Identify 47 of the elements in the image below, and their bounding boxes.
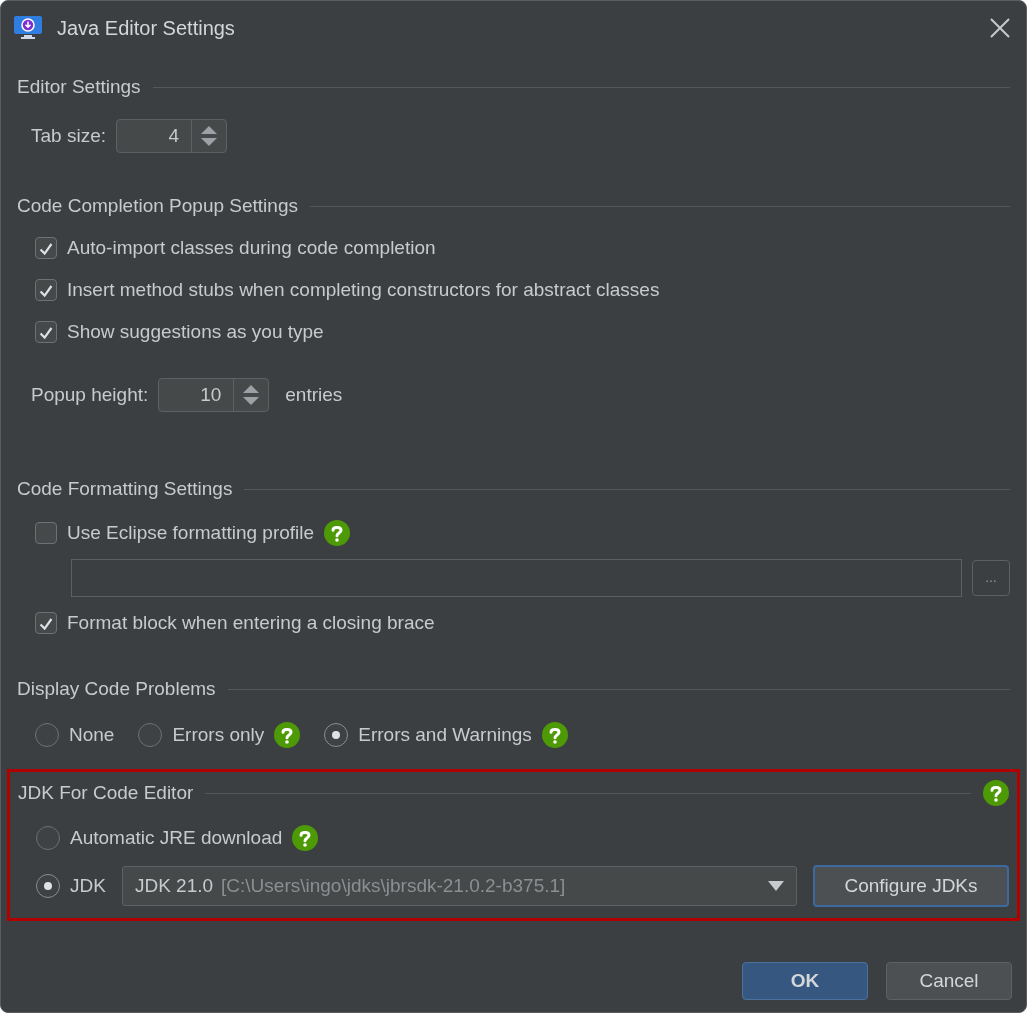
cancel-button[interactable]: Cancel [886,962,1012,1000]
section-heading: Code Formatting Settings [17,478,233,500]
radio-button[interactable] [138,723,163,747]
jdk-dropdown[interactable]: JDK 21.0 [C:\Users\ingo\jdks\jbrsdk-21.0.2-b375.1] [121,866,797,906]
checkbox[interactable] [35,279,57,301]
caret-icon [768,881,784,891]
radio-button[interactable] [324,723,349,747]
radio-label: Automatic JRE download [70,827,283,849]
radio-button[interactable] [35,723,59,747]
radio-button[interactable] [36,826,60,850]
field-label: Popup height: [31,384,149,406]
browse-button[interactable]: … [972,560,1010,596]
help-icon[interactable] [324,520,351,546]
field-label: Tab size: [31,125,106,147]
help-icon[interactable] [541,722,568,748]
checkbox-label: Show suggestions as you type [67,321,324,343]
section-heading: Editor Settings [17,76,141,98]
close-icon[interactable] [990,18,1010,38]
checkbox-label: Insert method stubs when completing constructors for abstract classes [67,279,660,301]
checkbox-label: Use Eclipse formatting profile [67,522,315,544]
ok-button[interactable]: OK [742,962,868,1000]
monitor-download-icon [13,15,43,41]
unit-label: entries [285,384,343,406]
checkbox-label: Auto-import classes during code completion [67,237,436,259]
section-heading: Display Code Problems [17,678,216,700]
checkbox[interactable] [35,321,57,343]
radio-label: Errors only [172,724,265,746]
checkbox-label: Format block when entering a closing brace [67,612,435,634]
help-icon[interactable] [292,825,319,851]
number-spinner[interactable]: 10 [158,378,270,412]
checkbox[interactable] [35,237,57,259]
radio-label: None [69,724,115,746]
configure-jdks-button[interactable]: Configure JDKs [813,865,1009,907]
profile-path-field[interactable] [71,559,962,597]
help-icon[interactable] [274,722,301,748]
radio-button[interactable] [36,874,60,898]
window-title: Java Editor Settings [57,16,235,40]
number-spinner[interactable]: 4 [116,119,227,153]
radio-label: Errors and Warnings [358,724,532,746]
radio-label: JDK [70,875,106,897]
jdk-name: JDK 21.0 [134,875,214,897]
section-heading: Code Completion Popup Settings [17,195,298,217]
checkbox[interactable] [35,612,57,634]
section-heading: JDK For Code Editor [18,782,194,804]
checkbox[interactable] [35,522,57,544]
jdk-path: [C:\Users\ingo\jdks\jbrsdk-21.0.2-b375.1] [221,875,566,897]
help-icon[interactable] [983,780,1009,806]
